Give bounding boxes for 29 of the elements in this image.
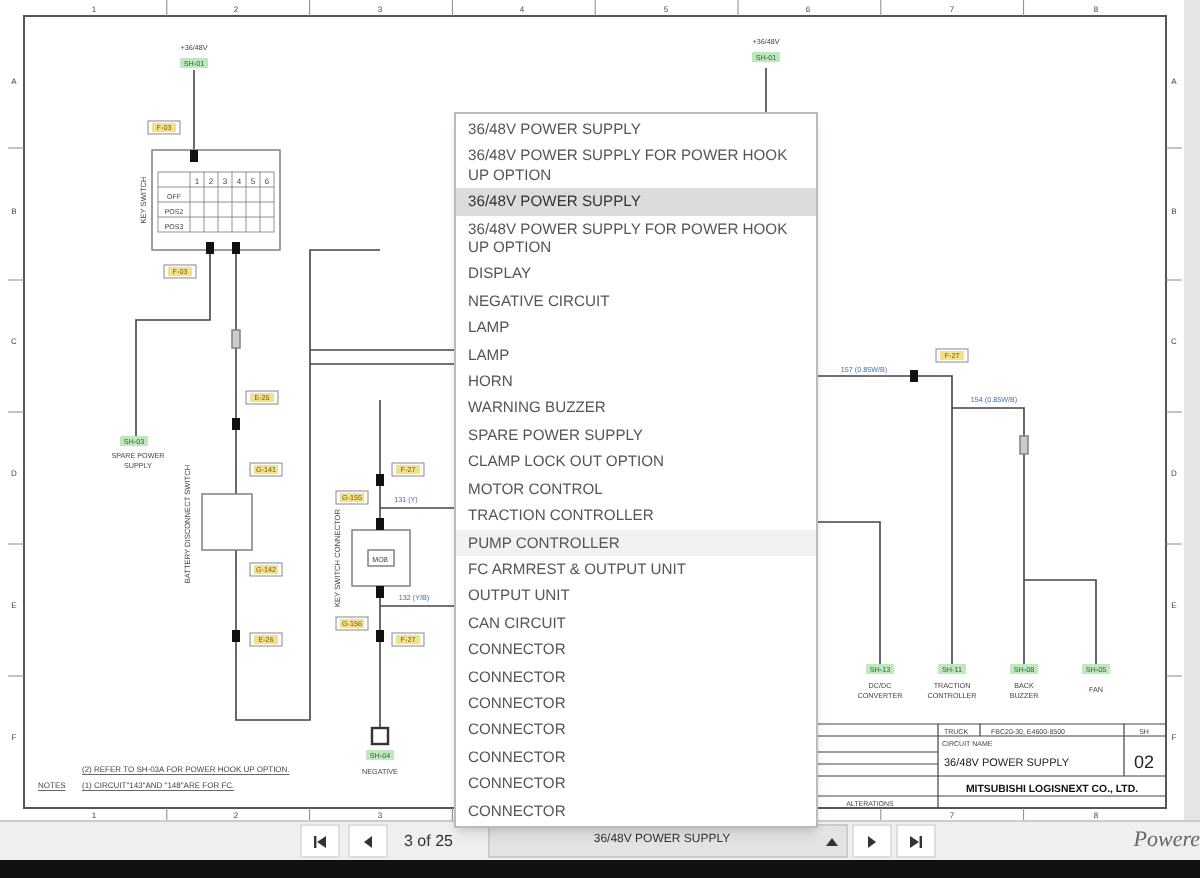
terminal-symbol [232,418,240,430]
wire [765,67,767,113]
terminal-symbol [376,586,384,598]
wire [193,69,195,151]
terminal-symbol [376,630,384,642]
switch-outline [151,149,281,251]
terminal-symbol [376,518,384,530]
terminal-symbol [232,242,240,254]
previous-page-button[interactable] [348,824,388,858]
terminal-symbol [910,370,918,382]
switch-outline [201,493,253,551]
sheet-number: 02 [1134,752,1154,772]
fuse-symbol [231,329,241,349]
next-icon [868,835,876,847]
ground-symbol [370,726,390,746]
terminal-symbol [232,630,240,642]
first-page-icon [314,835,326,847]
page-indicator: 3 of 25 [404,829,455,853]
fuse-symbol [1019,435,1029,455]
terminal-symbol [376,474,384,486]
terminal-symbol [190,150,198,162]
terminal-symbol [206,242,214,254]
last-page-button[interactable] [896,824,936,858]
footer-text: Powere [1133,826,1200,857]
first-page-button[interactable] [300,824,340,858]
previous-icon [364,835,372,847]
switch-table [157,171,275,233]
next-page-button[interactable] [852,824,892,858]
last-page-icon [910,835,922,847]
